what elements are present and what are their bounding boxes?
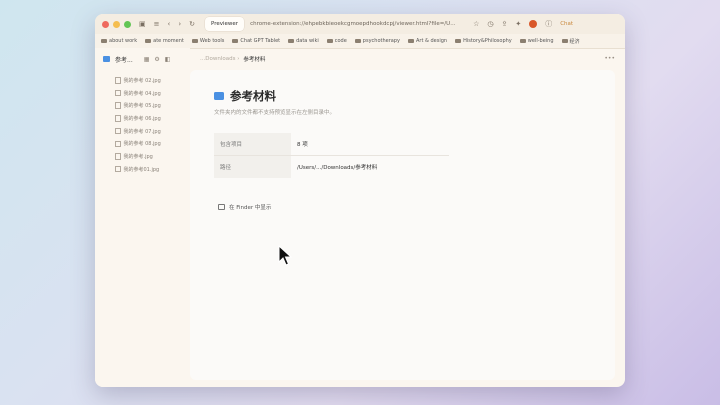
window-controls — [102, 20, 131, 28]
info-key: 包含项目 — [214, 133, 291, 156]
bookmarks-bar: about work ate moment Web tools Chat GPT… — [95, 34, 625, 49]
bookmark-folder[interactable]: well-being — [519, 38, 554, 44]
bookmark-folder[interactable]: Chat GPT Tablet — [232, 38, 280, 44]
page-title: 参考材料 — [230, 89, 276, 103]
bookmark-folder[interactable]: code — [326, 38, 347, 44]
file-item[interactable]: 我的参考 07.jpg — [115, 125, 190, 138]
file-icon — [115, 89, 121, 97]
file-item[interactable]: 我的参考 05.jpg — [115, 99, 190, 112]
folder-icon — [214, 92, 224, 100]
breadcrumb: ...Downloads › 参考材料 ••• — [190, 48, 625, 70]
bookmark-folder[interactable]: data wiki — [288, 38, 319, 44]
table-row: 包含项目 8 项 — [214, 133, 449, 156]
browser-window: ▣ ≡ ‹ › ↻ Previewer chrome-extension://e… — [95, 14, 625, 387]
file-icon — [115, 153, 121, 160]
sidebar-toggle-icon[interactable]: ▣ — [139, 20, 146, 28]
show-in-finder-button[interactable]: 在 Finder 中显示 — [218, 203, 271, 211]
extensions-icon[interactable]: ✦ — [515, 20, 521, 28]
file-icon — [115, 165, 121, 173]
folder-icon — [191, 38, 198, 44]
active-tab[interactable]: Previewer — [205, 17, 245, 31]
folder-icon — [326, 38, 333, 44]
folder-icon — [232, 38, 239, 44]
bookmark-folder[interactable]: psychotherapy — [354, 38, 400, 44]
bookmark-folder[interactable]: History&Philosophy — [455, 38, 512, 44]
tab-bar: ▣ ≡ ‹ › ↻ Previewer chrome-extension://e… — [95, 14, 625, 34]
grid-view-icon[interactable]: ▦ — [144, 56, 150, 63]
folder-icon — [101, 38, 107, 44]
bookmark-folder[interactable]: about work — [101, 38, 137, 44]
finder-icon — [218, 204, 225, 210]
profile-avatar[interactable] — [529, 20, 538, 28]
file-item[interactable]: 我的参考.jpg — [115, 150, 190, 163]
tab-title: Previewer — [211, 21, 239, 27]
folder-icon — [145, 38, 152, 44]
tab-list-icon[interactable]: ≡ — [154, 20, 160, 28]
folder-icon — [561, 38, 568, 44]
file-sidebar: 参考... ▦ ⚙ ◧ 我的参考 02.jpg 我的参考 04.jpg 我的参考… — [95, 48, 190, 387]
file-icon — [115, 140, 121, 148]
folder-icon — [455, 38, 462, 44]
chat-button[interactable]: Chat — [560, 21, 573, 27]
share-icon[interactable]: ⇪ — [501, 20, 507, 28]
info-value: /Users/.../Downloads/参考材料 — [297, 165, 378, 171]
settings-icon[interactable]: ⚙ — [154, 56, 159, 63]
file-icon — [115, 77, 121, 84]
folder-icon — [288, 38, 295, 44]
file-item[interactable]: 我的参考 04.jpg — [115, 87, 190, 100]
history-icon[interactable]: ◷ — [487, 20, 493, 28]
bookmark-folder[interactable]: 经济 — [561, 38, 580, 45]
reload-icon[interactable]: ↻ — [189, 20, 195, 28]
folder-icon — [407, 38, 414, 44]
folder-description: 文件夹内的文件都不支持预览显示在左侧目录中。 — [214, 110, 336, 116]
file-icon — [115, 102, 121, 109]
breadcrumb-parent[interactable]: ...Downloads — [200, 56, 235, 62]
sidebar-folder-title: 参考... — [115, 56, 133, 64]
mouse-pointer-icon — [278, 245, 292, 266]
info-value: 8 项 — [291, 133, 449, 156]
folder-detail-panel: 参考材料 文件夹内的文件都不支持预览显示在左侧目录中。 包含项目 8 项 路径 … — [190, 70, 615, 380]
file-item[interactable]: 我的参考 06.jpg — [115, 112, 190, 125]
info-key: 路径 — [214, 155, 291, 178]
minimize-button[interactable] — [113, 20, 120, 28]
folder-icon — [354, 38, 361, 44]
file-item[interactable]: 我的参考 08.jpg — [115, 137, 190, 150]
table-row: 路径 /Users/.../Downloads/参考材料 — [214, 155, 449, 178]
address-bar[interactable]: chrome-extension://ehpebkbieoekcgmoepdho… — [250, 21, 465, 27]
zoom-button[interactable] — [124, 20, 131, 28]
panel-icon[interactable]: ◧ — [165, 56, 171, 63]
bookmark-folder[interactable]: ate moment — [145, 38, 184, 44]
bookmark-star-icon[interactable]: ☆ — [473, 20, 479, 28]
breadcrumb-separator: › — [235, 56, 240, 62]
folder-info-table: 包含项目 8 项 路径 /Users/.../Downloads/参考材料 — [214, 133, 449, 178]
file-item[interactable]: 我的参考 02.jpg — [115, 74, 190, 87]
info-icon[interactable]: ⓘ — [545, 19, 552, 29]
back-icon[interactable]: ‹ — [168, 20, 171, 28]
forward-icon[interactable]: › — [178, 20, 181, 28]
file-icon — [115, 115, 121, 122]
close-button[interactable] — [102, 20, 109, 28]
sidebar-header: 参考... ▦ ⚙ ◧ — [95, 48, 190, 70]
more-options-icon[interactable]: ••• — [604, 55, 615, 62]
file-item[interactable]: 我的参考01.jpg — [115, 163, 190, 176]
bookmark-folder[interactable]: Art & design — [407, 38, 447, 44]
folder-icon — [103, 56, 110, 62]
finder-label: 在 Finder 中显示 — [229, 205, 272, 211]
file-list: 我的参考 02.jpg 我的参考 04.jpg 我的参考 05.jpg 我的参考… — [95, 74, 190, 176]
folder-icon — [519, 38, 526, 44]
file-icon — [115, 127, 121, 135]
breadcrumb-current: 参考材料 — [243, 57, 266, 63]
bookmark-folder[interactable]: Web tools — [191, 38, 224, 44]
